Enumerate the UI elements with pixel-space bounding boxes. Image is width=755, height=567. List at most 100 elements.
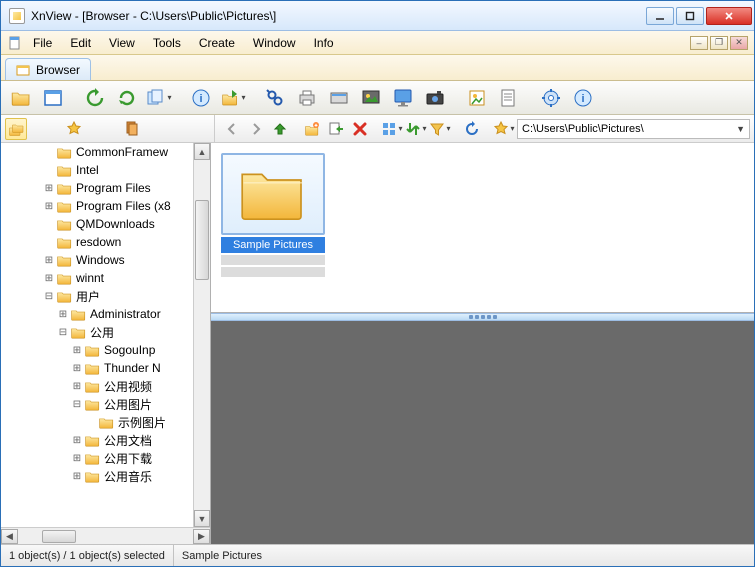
- up-button[interactable]: [269, 118, 291, 140]
- new-folder-button[interactable]: ✦: [301, 118, 323, 140]
- expand-icon[interactable]: ⊞: [71, 452, 83, 464]
- scroll-thumb-h[interactable]: [42, 530, 76, 543]
- collapse-icon[interactable]: ⊟: [57, 326, 69, 338]
- tree-item[interactable]: ⊞公用视频: [1, 377, 210, 395]
- mdi-restore-button[interactable]: ❐: [710, 36, 728, 50]
- filter-button[interactable]: ▾: [429, 118, 451, 140]
- expand-icon[interactable]: ⊞: [43, 272, 55, 284]
- menu-info[interactable]: Info: [306, 34, 342, 52]
- delete-button[interactable]: [349, 118, 371, 140]
- options-button[interactable]: [537, 84, 565, 112]
- menu-window[interactable]: Window: [245, 34, 304, 52]
- wallpaper-button[interactable]: [389, 84, 417, 112]
- collapse-icon[interactable]: ⊟: [43, 290, 55, 302]
- path-dropdown-icon[interactable]: ▼: [736, 124, 745, 134]
- info-button[interactable]: i: [187, 84, 215, 112]
- expand-icon[interactable]: ⊞: [71, 434, 83, 446]
- reload-button[interactable]: [461, 118, 483, 140]
- tree-item[interactable]: QMDownloads: [1, 215, 210, 233]
- thumb-item[interactable]: Sample Pictures: [221, 153, 325, 277]
- scroll-up-button[interactable]: ▲: [194, 143, 210, 160]
- tree-item[interactable]: 示例图片: [1, 413, 210, 431]
- close-button[interactable]: [706, 7, 752, 25]
- tree-item[interactable]: ⊞Windows: [1, 251, 210, 269]
- scroll-down-button[interactable]: ▼: [194, 510, 210, 527]
- minimize-button[interactable]: [646, 7, 674, 25]
- expand-icon[interactable]: ⊞: [43, 254, 55, 266]
- fullscreen-button[interactable]: [39, 84, 67, 112]
- collapse-icon[interactable]: ⊟: [71, 398, 83, 410]
- menu-edit[interactable]: Edit: [62, 34, 99, 52]
- tree-item[interactable]: ⊞ Thunder N: [1, 359, 210, 377]
- favorite-add-button[interactable]: ▾: [493, 118, 515, 140]
- folder-tree[interactable]: CommonFramewIntel⊞Program Files⊞Program …: [1, 143, 210, 527]
- expand-icon[interactable]: ⊞: [43, 182, 55, 194]
- mdi-close-button[interactable]: ✕: [730, 36, 748, 50]
- horizontal-splitter[interactable]: [211, 313, 754, 321]
- scan-button[interactable]: [325, 84, 353, 112]
- thumbnail-pane[interactable]: Sample Pictures: [211, 143, 754, 313]
- tree-item[interactable]: resdown: [1, 233, 210, 251]
- expand-icon[interactable]: ⊞: [57, 308, 69, 320]
- title-bar[interactable]: XnView - [Browser - C:\Users\Public\Pict…: [1, 1, 754, 31]
- tree-item[interactable]: ⊞Program Files (x8: [1, 197, 210, 215]
- expand-icon[interactable]: ⊞: [71, 344, 83, 356]
- favorites-tab-button[interactable]: [63, 118, 85, 140]
- scroll-left-button[interactable]: ◀: [1, 529, 18, 544]
- tree-item[interactable]: ⊞Program Files: [1, 179, 210, 197]
- expand-icon[interactable]: ⊞: [43, 200, 55, 212]
- tree-item[interactable]: ⊞Administrator: [1, 305, 210, 323]
- path-input[interactable]: C:\Users\Public\Pictures\ ▼: [517, 119, 750, 139]
- tree-horizontal-scrollbar[interactable]: ◀ ▶: [1, 527, 210, 544]
- edit-iptc-button[interactable]: [495, 84, 523, 112]
- tree-item-label: Thunder N: [104, 361, 161, 375]
- folder-icon: [71, 308, 86, 321]
- tree-item[interactable]: ⊞SogouInp: [1, 341, 210, 359]
- tree-item-label: 公用图片: [104, 396, 152, 413]
- window-title: XnView - [Browser - C:\Users\Public\Pict…: [9, 8, 646, 24]
- tree-item[interactable]: ⊞公用音乐: [1, 467, 210, 485]
- expand-icon[interactable]: ⊞: [71, 470, 83, 482]
- expand-icon[interactable]: ⊞: [71, 380, 83, 392]
- capture-button[interactable]: [421, 84, 449, 112]
- tree-item[interactable]: ⊞公用文档: [1, 431, 210, 449]
- tree-item-label: resdown: [76, 235, 121, 249]
- menu-tools[interactable]: Tools: [145, 34, 189, 52]
- about-button[interactable]: i: [569, 84, 597, 112]
- export-button[interactable]: ▾: [219, 84, 247, 112]
- batch-convert-button[interactable]: ▾: [145, 84, 173, 112]
- open-button[interactable]: [7, 84, 35, 112]
- categories-tab-button[interactable]: [121, 118, 143, 140]
- tree-item[interactable]: ⊟用户: [1, 287, 210, 305]
- jpeg-lossless-button[interactable]: [463, 84, 491, 112]
- tree-item[interactable]: CommonFramew: [1, 143, 210, 161]
- back-button[interactable]: [221, 118, 243, 140]
- scroll-thumb[interactable]: [195, 200, 209, 280]
- menu-file[interactable]: File: [25, 34, 60, 52]
- mdi-minimize-button[interactable]: –: [690, 36, 708, 50]
- slideshow-button[interactable]: [357, 84, 385, 112]
- tree-vertical-scrollbar[interactable]: ▲ ▼: [193, 143, 210, 527]
- tree-item[interactable]: ⊟ 公用图片: [1, 395, 210, 413]
- tab-browser[interactable]: Browser: [5, 58, 91, 80]
- refresh-button[interactable]: [81, 84, 109, 112]
- tree-item[interactable]: ⊟公用: [1, 323, 210, 341]
- rotate-button[interactable]: [113, 84, 141, 112]
- preview-pane[interactable]: [211, 321, 754, 544]
- tree-item[interactable]: ⊞公用下载: [1, 449, 210, 467]
- folders-tab-button[interactable]: [5, 118, 27, 140]
- tree-item[interactable]: ⊞winnt: [1, 269, 210, 287]
- maximize-button[interactable]: [676, 7, 704, 25]
- expand-icon[interactable]: ⊞: [71, 362, 83, 374]
- menu-create[interactable]: Create: [191, 34, 243, 52]
- view-mode-button[interactable]: ▾: [381, 118, 403, 140]
- search-button[interactable]: [261, 84, 289, 112]
- scroll-right-button[interactable]: ▶: [193, 529, 210, 544]
- sort-button[interactable]: ▾: [405, 118, 427, 140]
- folder-icon: [85, 434, 100, 447]
- copy-to-button[interactable]: [325, 118, 347, 140]
- print-button[interactable]: [293, 84, 321, 112]
- menu-view[interactable]: View: [101, 34, 143, 52]
- tree-item[interactable]: Intel: [1, 161, 210, 179]
- forward-button[interactable]: [245, 118, 267, 140]
